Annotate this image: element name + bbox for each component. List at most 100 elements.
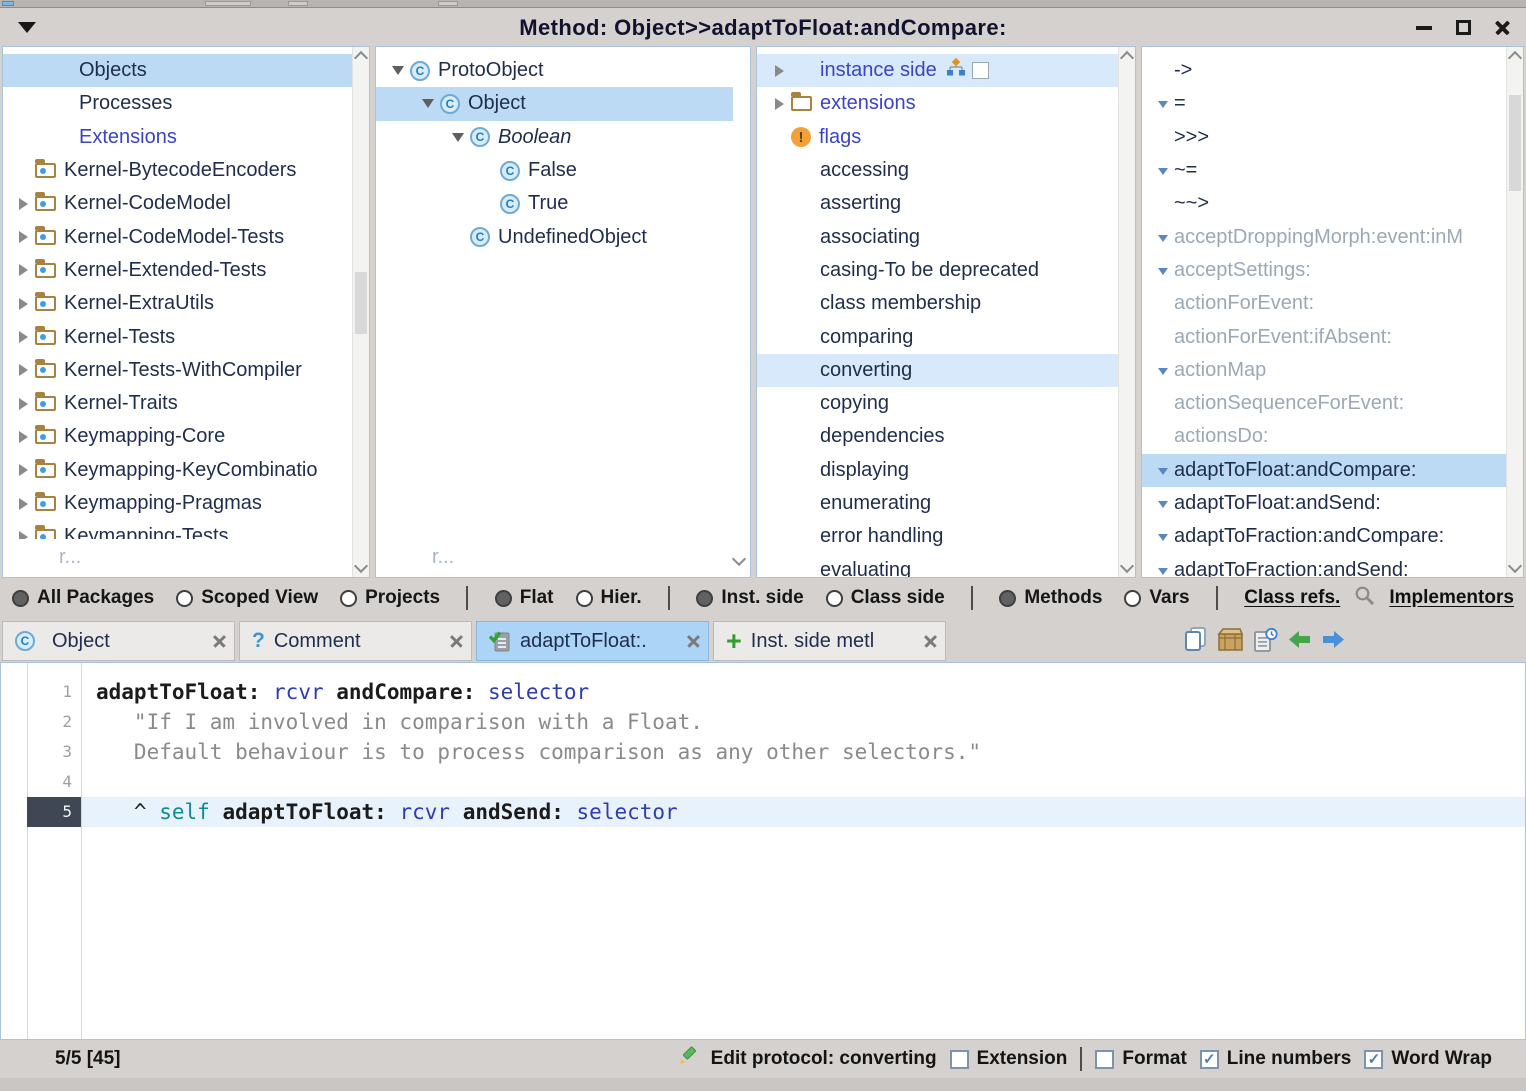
method-item[interactable]: ~= [1142,154,1506,187]
code-line[interactable]: 4 [1,767,1525,797]
history-icon[interactable] [1253,627,1278,653]
protocol-item[interactable]: copying [757,387,1118,420]
method-item[interactable]: actionSequenceForEvent: [1142,387,1506,420]
method-item[interactable]: actionMap [1142,354,1506,387]
protocol-item[interactable]: accessing [757,154,1118,187]
packages-scrollbar[interactable] [352,47,369,577]
method-item[interactable]: adaptToFloat:andSend: [1142,487,1506,520]
implementors-link[interactable]: Implementors [1389,587,1514,609]
package-list-item[interactable]: Keymapping-KeyCombinatio [3,454,352,487]
override-arrow-icon[interactable] [1152,266,1174,275]
scroll-down-icon[interactable] [1120,559,1134,573]
expand-arrow-icon[interactable] [446,133,470,142]
package-list-item[interactable]: Kernel-Tests-WithCompiler [3,354,352,387]
scroll-up-icon[interactable] [1120,51,1134,65]
protocol-item[interactable]: instance side [757,54,1118,87]
class-refs-link[interactable]: Class refs. [1244,587,1340,609]
tab-2[interactable]: ?Comment [239,621,472,661]
expand-arrow-icon[interactable] [11,464,35,476]
override-arrow-icon[interactable] [1152,499,1174,508]
package-list-item[interactable]: Kernel-CodeModel-Tests [3,220,352,253]
package-icon[interactable] [1217,627,1244,652]
expand-arrow-icon[interactable] [386,66,410,75]
method-item[interactable]: adaptToFraction:andSend: [1142,553,1506,577]
class-tree-item[interactable]: CTrue [376,187,733,220]
back-icon[interactable] [1287,629,1312,650]
protocol-item[interactable]: displaying [757,454,1118,487]
minimize-icon[interactable] [1416,26,1432,30]
method-item[interactable]: acceptDroppingMorph:event:inM [1142,220,1506,253]
protocol-item[interactable]: casing-To be deprecated [757,254,1118,287]
checkbox-icon[interactable] [950,1050,969,1069]
expand-arrow-icon[interactable] [11,331,35,343]
package-list-item[interactable]: Keymapping-Tests [3,520,352,539]
expand-arrow-icon[interactable] [11,364,35,376]
radio-all-packages[interactable]: All Packages [12,587,154,609]
expand-arrow-icon[interactable] [416,99,440,108]
radio-flat[interactable]: Flat [495,587,554,609]
code-editor[interactable]: 1adaptToFloat: rcvr andCompare: selector… [0,662,1526,1040]
scroll-up-icon[interactable] [354,51,368,65]
radio-vars[interactable]: Vars [1124,587,1189,609]
tab-close-icon[interactable] [450,635,463,648]
class-tree-item[interactable]: CFalse [376,154,733,187]
scroll-thumb[interactable] [355,272,367,334]
class-tree-item[interactable]: CUndefinedObject [376,220,733,253]
override-arrow-icon[interactable] [1152,233,1174,242]
method-item[interactable]: = [1142,87,1506,120]
scroll-thumb[interactable] [1509,95,1521,191]
scroll-down-icon[interactable] [354,559,368,573]
toggle-format[interactable]: Format [1095,1048,1186,1070]
override-arrow-icon[interactable] [1152,166,1174,175]
override-arrow-icon[interactable] [1152,366,1174,375]
radio-class-side[interactable]: Class side [826,587,945,609]
protocol-item[interactable]: evaluating [757,553,1118,577]
protocol-item[interactable]: error handling [757,520,1118,553]
expand-arrow-icon[interactable] [767,65,791,77]
checkbox-checked-icon[interactable]: ✓ [1200,1050,1219,1069]
package-list-item[interactable]: Keymapping-Pragmas [3,487,352,520]
method-item[interactable]: ~~> [1142,187,1506,220]
protocol-item[interactable]: extensions [757,87,1118,120]
classes-filter-input[interactable]: r... [432,546,454,569]
code-line[interactable]: 3 Default behaviour is to process compar… [1,737,1525,767]
package-list-item[interactable]: Kernel-Traits [3,387,352,420]
expand-arrow-icon[interactable] [11,398,35,410]
package-list-item[interactable]: Keymapping-Core [3,420,352,453]
instance-side-checkbox[interactable] [972,62,989,79]
class-tree-item[interactable]: CProtoObject [376,54,733,87]
protocol-item[interactable]: dependencies [757,420,1118,453]
scroll-down-icon[interactable] [1508,559,1522,573]
class-tree-item[interactable]: CObject [376,87,733,120]
radio-scoped-view[interactable]: Scoped View [176,587,318,609]
protocol-item[interactable]: !flags [757,121,1118,154]
expand-arrow-icon[interactable] [11,498,35,510]
protocol-item[interactable]: class membership [757,287,1118,320]
tab-3[interactable]: adaptToFloat:. [476,621,709,661]
override-arrow-icon[interactable] [1152,532,1174,541]
methods-scrollbar[interactable] [1506,47,1523,577]
tab-close-icon[interactable] [687,635,700,648]
protocol-item[interactable]: comparing [757,320,1118,353]
class-tree-item[interactable]: CBoolean [376,121,733,154]
expand-arrow-icon[interactable] [11,198,35,210]
protocol-item[interactable]: asserting [757,187,1118,220]
package-list-item[interactable]: Processes [3,87,352,120]
protocols-scrollbar[interactable] [1118,47,1135,577]
class-hierarchy-icon[interactable] [945,58,967,83]
method-item[interactable]: adaptToFloat:andCompare: [1142,454,1506,487]
maximize-icon[interactable] [1456,20,1471,35]
forward-icon[interactable] [1321,629,1346,650]
package-list-item[interactable]: Kernel-ExtraUtils [3,287,352,320]
protocol-item[interactable]: associating [757,220,1118,253]
code-line[interactable]: 1adaptToFloat: rcvr andCompare: selector [1,677,1525,707]
expand-arrow-icon[interactable] [11,431,35,443]
scroll-up-icon[interactable] [1508,51,1522,65]
method-item[interactable]: actionsDo: [1142,420,1506,453]
expand-arrow-icon[interactable] [767,98,791,110]
checkbox-icon[interactable] [1095,1050,1114,1069]
radio-hier[interactable]: Hier. [576,587,642,609]
override-arrow-icon[interactable] [1152,566,1174,575]
scroll-down-icon[interactable] [734,551,744,569]
expand-arrow-icon[interactable] [11,298,35,310]
